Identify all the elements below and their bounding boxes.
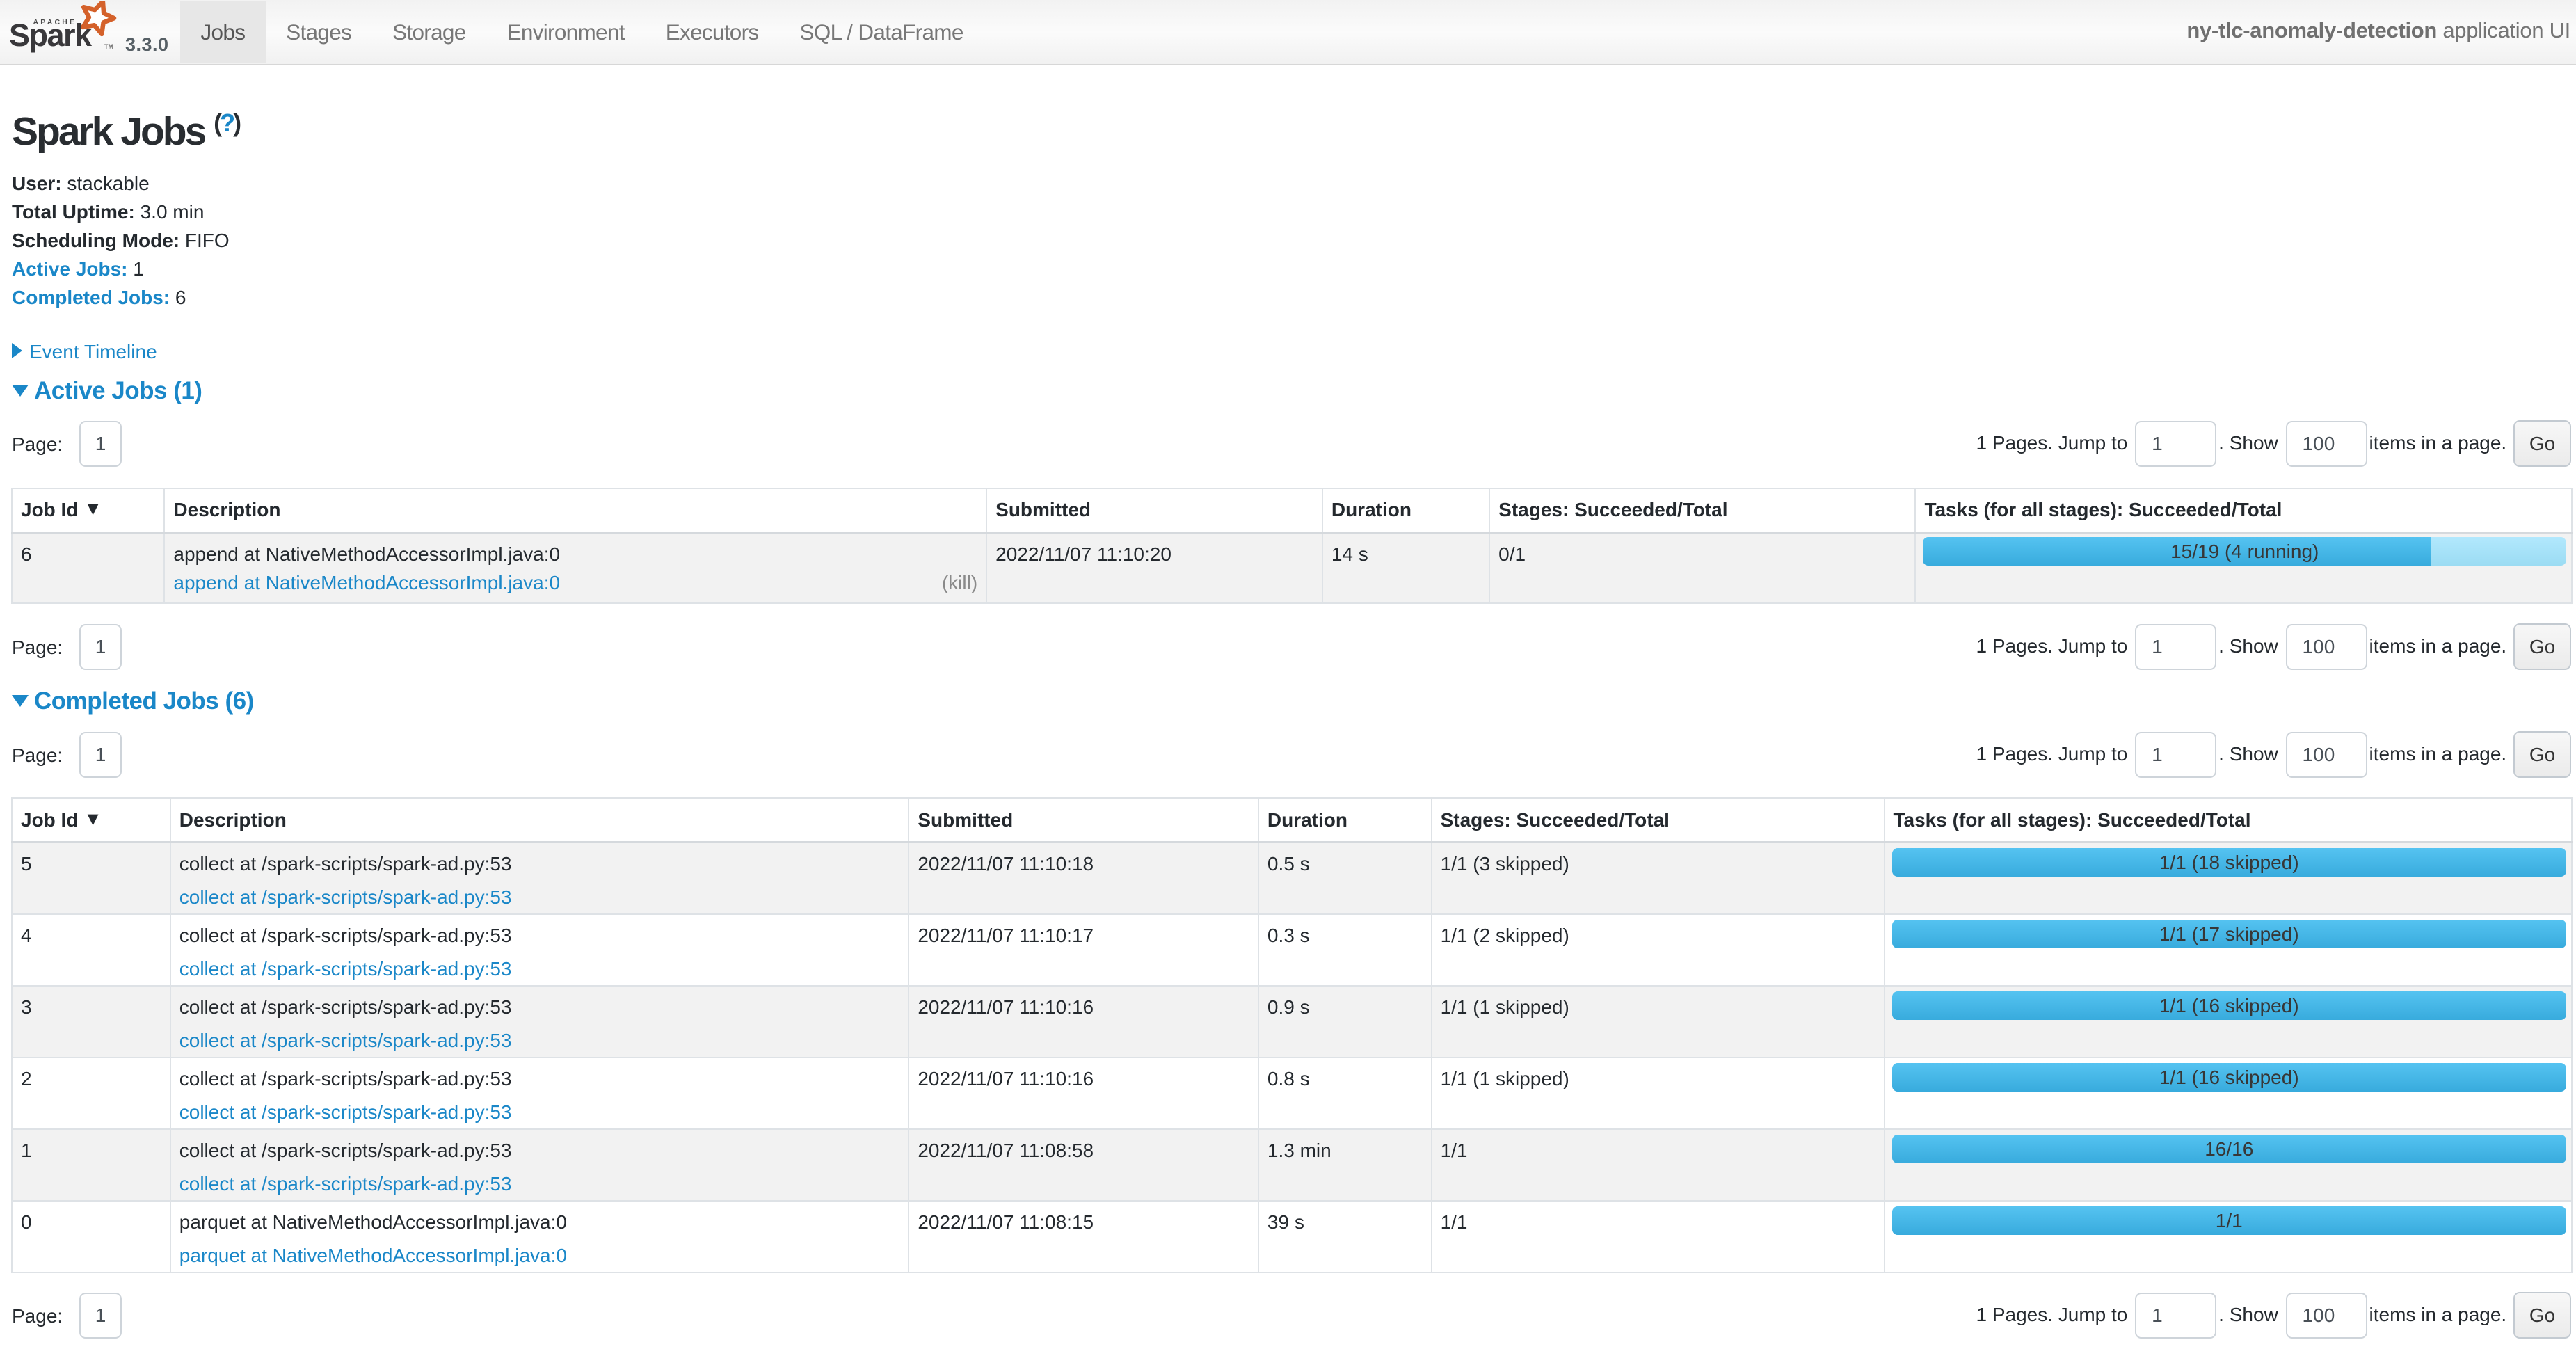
svg-text:APACHE: APACHE [33, 18, 77, 26]
svg-text:TM: TM [104, 43, 113, 50]
